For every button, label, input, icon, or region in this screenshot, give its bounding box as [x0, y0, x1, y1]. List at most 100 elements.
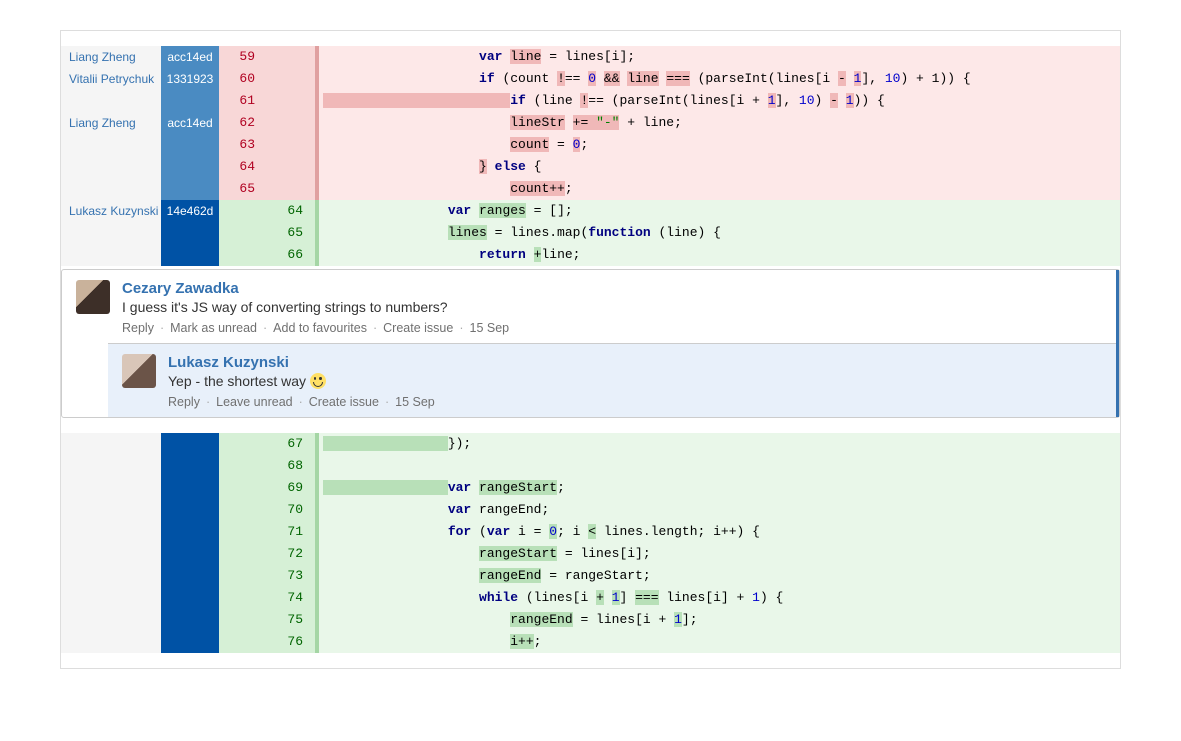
old-line-number — [219, 200, 267, 222]
commit-hash[interactable] — [161, 631, 219, 653]
author-link[interactable] — [61, 90, 161, 112]
code-line[interactable]: rangeStart = lines[i]; — [319, 543, 1120, 565]
comment-action[interactable]: 15 Sep — [395, 395, 435, 409]
commit-hash[interactable] — [161, 433, 219, 455]
comment-action[interactable]: Add to favourites — [273, 321, 367, 335]
code-line[interactable]: while (lines[i + 1] === lines[i] + 1) { — [319, 587, 1120, 609]
author-link[interactable] — [61, 499, 161, 521]
comment-action[interactable]: 15 Sep — [470, 321, 510, 335]
comment-action[interactable]: Leave unread — [216, 395, 292, 409]
new-line-number — [267, 90, 315, 112]
old-line-number — [219, 477, 267, 499]
code-line[interactable]: lineStr += "-" + line; — [319, 112, 1120, 134]
code-line[interactable]: i++; — [319, 631, 1120, 653]
old-line-number: 64 — [219, 156, 267, 178]
new-line-number — [267, 134, 315, 156]
commit-hash[interactable] — [161, 222, 219, 244]
new-line-number: 76 — [267, 631, 315, 653]
author-link[interactable] — [61, 455, 161, 477]
commit-hash[interactable]: 1331923 — [161, 68, 219, 90]
code-line[interactable]: for (var i = 0; i < lines.length; i++) { — [319, 521, 1120, 543]
code-line[interactable]: rangeEnd = rangeStart; — [319, 565, 1120, 587]
new-line-number: 66 — [267, 244, 315, 266]
old-line-number — [219, 565, 267, 587]
commit-hash[interactable] — [161, 455, 219, 477]
diff-table-top: Liang Zhengacc14ed59 var line = lines[i]… — [61, 46, 1120, 266]
author-link[interactable] — [61, 587, 161, 609]
comment-text: I guess it's JS way of converting string… — [122, 299, 1105, 315]
comment-actions: Reply·Leave unread·Create issue·15 Sep — [168, 395, 1105, 409]
commit-hash[interactable] — [161, 565, 219, 587]
author-link[interactable] — [61, 178, 161, 200]
author-link[interactable] — [61, 565, 161, 587]
code-line[interactable]: count++; — [319, 178, 1120, 200]
author-link[interactable] — [61, 134, 161, 156]
commit-hash[interactable] — [161, 90, 219, 112]
commit-hash[interactable] — [161, 156, 219, 178]
new-line-number: 67 — [267, 433, 315, 455]
code-line[interactable]: rangeEnd = lines[i + 1]; — [319, 609, 1120, 631]
old-line-number: 63 — [219, 134, 267, 156]
author-link[interactable] — [61, 156, 161, 178]
old-line-number — [219, 543, 267, 565]
new-line-number: 68 — [267, 455, 315, 477]
commit-hash[interactable] — [161, 244, 219, 266]
code-line[interactable]: if (count !== 0 && line === (parseInt(li… — [319, 68, 1120, 90]
new-line-number — [267, 112, 315, 134]
code-line[interactable]: var rangeStart; — [319, 477, 1120, 499]
new-line-number: 73 — [267, 565, 315, 587]
commit-hash[interactable] — [161, 521, 219, 543]
comment-author[interactable]: Cezary Zawadka — [122, 280, 1105, 297]
new-line-number: 74 — [267, 587, 315, 609]
author-link[interactable]: Liang Zheng — [61, 46, 161, 68]
code-line[interactable]: lines = lines.map(function (line) { — [319, 222, 1120, 244]
code-line[interactable]: count = 0; — [319, 134, 1120, 156]
code-line[interactable]: }); — [319, 433, 1120, 455]
commit-hash[interactable] — [161, 134, 219, 156]
author-link[interactable] — [61, 543, 161, 565]
commit-hash[interactable] — [161, 543, 219, 565]
commit-hash[interactable] — [161, 587, 219, 609]
author-link[interactable]: Vitalii Petrychuk — [61, 68, 161, 90]
old-line-number — [219, 455, 267, 477]
new-line-number: 71 — [267, 521, 315, 543]
author-link[interactable] — [61, 433, 161, 455]
commit-hash[interactable] — [161, 609, 219, 631]
code-line[interactable]: if (line !== (parseInt(lines[i + 1], 10)… — [319, 90, 1120, 112]
commit-hash[interactable]: acc14ed — [161, 112, 219, 134]
code-line[interactable]: var ranges = []; — [319, 200, 1120, 222]
commit-hash[interactable] — [161, 499, 219, 521]
old-line-number — [219, 222, 267, 244]
commit-hash[interactable]: 14e462d — [161, 200, 219, 222]
comment-author[interactable]: Lukasz Kuzynski — [168, 354, 1105, 371]
new-line-number: 75 — [267, 609, 315, 631]
new-line-number: 72 — [267, 543, 315, 565]
comment-action[interactable]: Create issue — [383, 321, 453, 335]
commit-hash[interactable]: acc14ed — [161, 46, 219, 68]
avatar[interactable] — [76, 280, 110, 314]
author-link[interactable] — [61, 521, 161, 543]
code-line[interactable] — [319, 455, 1120, 477]
author-link[interactable]: Lukasz Kuzynski — [61, 200, 161, 222]
new-line-number — [267, 178, 315, 200]
code-line[interactable]: var rangeEnd; — [319, 499, 1120, 521]
author-link[interactable] — [61, 609, 161, 631]
old-line-number: 60 — [219, 68, 267, 90]
author-link[interactable] — [61, 222, 161, 244]
author-link[interactable] — [61, 477, 161, 499]
old-line-number: 65 — [219, 178, 267, 200]
code-line[interactable]: } else { — [319, 156, 1120, 178]
commit-hash[interactable] — [161, 477, 219, 499]
comment-action[interactable]: Reply — [122, 321, 154, 335]
author-link[interactable] — [61, 631, 161, 653]
commit-hash[interactable] — [161, 178, 219, 200]
author-link[interactable] — [61, 244, 161, 266]
comment-action[interactable]: Mark as unread — [170, 321, 257, 335]
code-line[interactable]: return +line; — [319, 244, 1120, 266]
avatar[interactable] — [122, 354, 156, 388]
old-line-number — [219, 521, 267, 543]
comment-action[interactable]: Create issue — [309, 395, 379, 409]
comment-action[interactable]: Reply — [168, 395, 200, 409]
code-line[interactable]: var line = lines[i]; — [319, 46, 1120, 68]
author-link[interactable]: Liang Zheng — [61, 112, 161, 134]
